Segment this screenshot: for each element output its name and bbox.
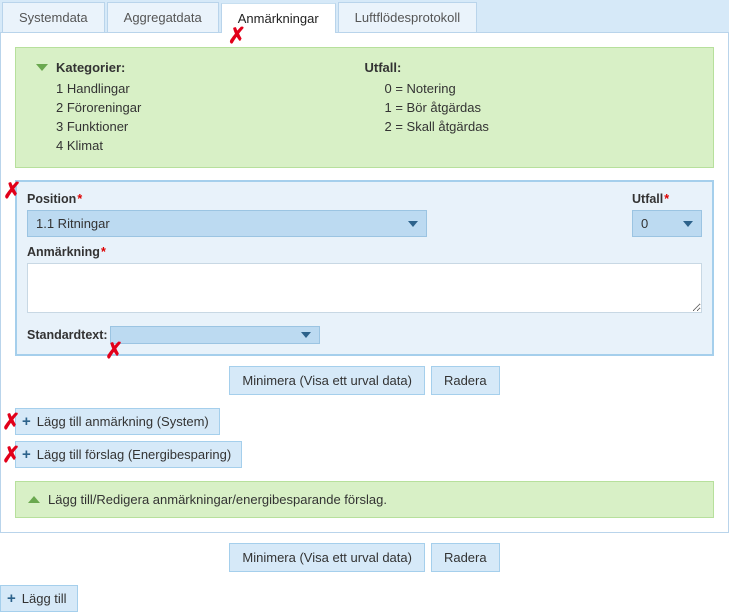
standardtext-select[interactable] xyxy=(110,326,320,344)
button-row-1: Minimera (Visa ett urval data) Radera xyxy=(15,366,714,395)
tab-luftflodesprotokoll[interactable]: Luftflödesprotokoll xyxy=(338,2,478,32)
legend-utfall-list: 0 = Notering 1 = Bör åtgärdas 2 = Skall … xyxy=(365,79,694,136)
chevron-down-icon xyxy=(408,221,418,227)
standardtext-label: Standardtext: xyxy=(27,328,108,342)
chevron-down-icon xyxy=(683,221,693,227)
chevron-down-icon xyxy=(301,332,311,338)
minimera-button[interactable]: Minimera (Visa ett urval data) xyxy=(229,366,425,395)
button-label: Lägg till anmärkning (System) xyxy=(37,414,209,429)
anmarkning-textarea[interactable] xyxy=(27,263,702,313)
utfall-select[interactable]: 0 xyxy=(632,210,702,237)
tab-anmarkningar[interactable]: Anmärkningar ✗ xyxy=(221,3,336,33)
lagg-till-button[interactable]: + Lägg till xyxy=(0,585,78,612)
anmarkning-label: Anmärkning* xyxy=(27,245,702,259)
list-item: 3 Funktioner xyxy=(36,117,365,136)
minimera-button[interactable]: Minimera (Visa ett urval data) xyxy=(229,543,425,572)
legend-box: Kategorier: 1 Handlingar 2 Föroreningar … xyxy=(15,47,714,168)
tabstrip: Systemdata Aggregatdata Anmärkningar ✗ L… xyxy=(0,0,729,33)
button-label: Lägg till förslag (Energibesparing) xyxy=(37,447,231,462)
annotation-mark: ✗ xyxy=(2,411,20,433)
plus-icon: + xyxy=(22,414,31,429)
radera-button[interactable]: Radera xyxy=(431,543,500,572)
legend-utfall-heading: Utfall: xyxy=(365,60,694,75)
button-label: Lägg till xyxy=(22,591,67,606)
annotation-mark: ✗ xyxy=(2,444,20,466)
radera-button[interactable]: Radera xyxy=(431,366,500,395)
list-item: 2 Föroreningar xyxy=(36,98,365,117)
tab-aggregatdata[interactable]: Aggregatdata xyxy=(107,2,219,32)
button-row-2: Minimera (Visa ett urval data) Radera xyxy=(0,543,729,572)
utfall-label: Utfall* xyxy=(632,192,702,206)
add-anmarkning-system-button[interactable]: + Lägg till anmärkning (System) ✗ xyxy=(15,408,220,435)
legend-kategorier-list: 1 Handlingar 2 Föroreningar 3 Funktioner… xyxy=(36,79,365,155)
plus-icon: + xyxy=(22,447,31,462)
form-box: ✗ Position* 1.1 Ritningar Utfall* 0 xyxy=(15,180,714,356)
tab-systemdata[interactable]: Systemdata xyxy=(2,2,105,32)
footer: + Lägg till xyxy=(0,582,729,615)
position-select[interactable]: 1.1 Ritningar xyxy=(27,210,427,237)
tab-label: Anmärkningar xyxy=(238,11,319,26)
add-forslag-energi-button[interactable]: + Lägg till förslag (Energibesparing) ✗ xyxy=(15,441,242,468)
list-item: 4 Klimat xyxy=(36,136,365,155)
list-item: 1 Handlingar xyxy=(36,79,365,98)
utfall-value: 0 xyxy=(641,216,648,231)
info-bar: Lägg till/Redigera anmärkningar/energibe… xyxy=(15,481,714,518)
legend-kategorier-heading: Kategorier: xyxy=(36,60,365,75)
position-label: Position* xyxy=(27,192,620,206)
list-item: 2 = Skall åtgärdas xyxy=(365,117,694,136)
position-value: 1.1 Ritningar xyxy=(36,216,110,231)
triangle-down-icon xyxy=(36,64,48,71)
list-item: 1 = Bör åtgärdas xyxy=(365,98,694,117)
legend-utfall-label: Utfall: xyxy=(365,60,402,75)
annotation-mark: ✗ xyxy=(3,180,21,202)
page-panel: Kategorier: 1 Handlingar 2 Föroreningar … xyxy=(0,33,729,533)
info-text: Lägg till/Redigera anmärkningar/energibe… xyxy=(48,492,387,507)
triangle-up-icon xyxy=(28,496,40,503)
legend-kategorier-label: Kategorier: xyxy=(56,60,125,75)
plus-icon: + xyxy=(7,591,16,606)
list-item: 0 = Notering xyxy=(365,79,694,98)
